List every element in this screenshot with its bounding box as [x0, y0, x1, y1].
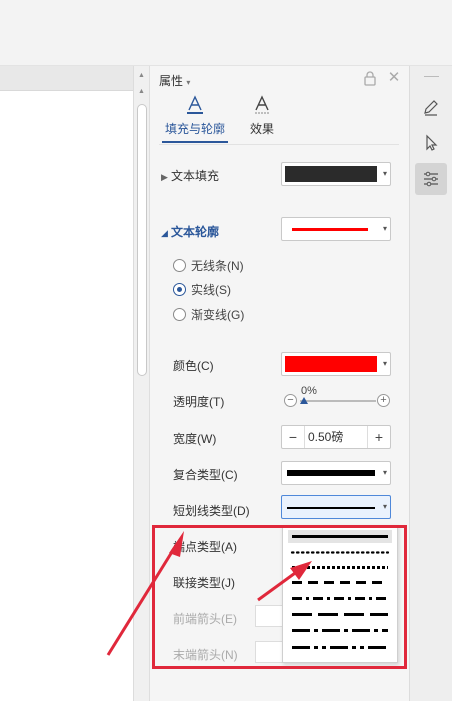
arrow-head-icon: [290, 561, 312, 580]
annotation-arrows: [106, 531, 312, 656]
arrow-head-icon: [169, 531, 184, 557]
